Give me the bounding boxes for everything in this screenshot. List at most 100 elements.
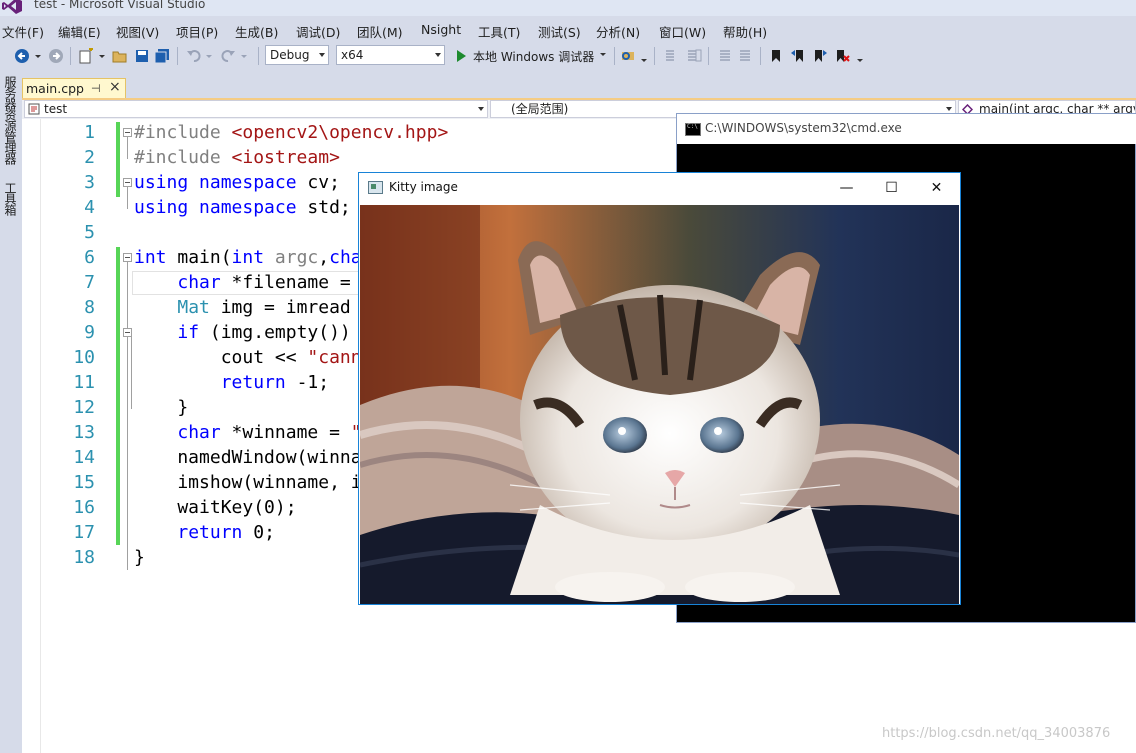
toolbar-separator — [654, 47, 655, 65]
project-icon — [28, 103, 40, 115]
line-number: 11 — [73, 372, 95, 393]
menu-team[interactable]: 团队(M) — [357, 22, 403, 41]
tab-main-cpp[interactable]: main.cpp ⊣ × — [22, 78, 126, 99]
open-file-icon[interactable] — [112, 48, 128, 64]
solution-platform-select[interactable]: x64 — [336, 45, 445, 65]
console-title-bar[interactable]: C:\WINDOWS\system32\cmd.exe — [677, 114, 1136, 144]
back-icon[interactable] — [14, 48, 30, 64]
collapse-icon[interactable] — [123, 178, 132, 187]
decrease-indent-icon[interactable] — [716, 48, 732, 64]
menu-test[interactable]: 测试(S) — [538, 22, 581, 41]
line-number: 16 — [73, 497, 95, 518]
code-line[interactable]: char *winname = " — [134, 422, 361, 443]
code-line[interactable]: Mat img = imread — [134, 297, 350, 318]
outline-line — [127, 187, 128, 209]
code-line[interactable]: } — [134, 397, 188, 418]
previous-bookmark-icon[interactable] — [790, 48, 806, 64]
collapse-icon[interactable] — [123, 253, 132, 262]
code-line[interactable]: return 0; — [134, 522, 275, 543]
toolbar-separator — [258, 47, 259, 65]
close-icon[interactable]: × — [109, 79, 121, 95]
title-bar: test - Microsoft Visual Studio — [0, 0, 1136, 16]
line-number: 4 — [84, 197, 95, 218]
solution-configuration-select[interactable]: Debug — [265, 45, 329, 65]
collapse-icon[interactable] — [123, 128, 132, 137]
code-line[interactable]: int main(int argc,char — [134, 247, 372, 268]
toolbox-tab[interactable]: 工具箱 — [3, 182, 19, 222]
watermark: https://blog.csdn.net/qq_34003876 — [882, 726, 1111, 741]
menu-analyze[interactable]: 分析(N) — [596, 22, 640, 41]
new-dropdown-icon[interactable] — [98, 48, 106, 64]
code-line[interactable]: #include <opencv2\opencv.hpp> — [134, 122, 448, 143]
code-line[interactable]: waitKey(0); — [134, 497, 296, 518]
undo-icon[interactable] — [186, 48, 202, 64]
document-tab-strip — [22, 70, 1136, 99]
new-project-icon[interactable] — [78, 48, 94, 64]
save-all-icon[interactable] — [154, 48, 170, 64]
code-line[interactable]: } — [134, 547, 145, 568]
undo-dropdown-icon[interactable] — [205, 48, 213, 64]
maximize-button[interactable]: ☐ — [869, 173, 914, 203]
scope-value: (全局范围) — [511, 102, 569, 116]
tab-label: main.cpp — [26, 81, 84, 96]
code-line[interactable]: using namespace cv; — [134, 172, 340, 193]
collapse-icon[interactable] — [123, 328, 132, 337]
overflow-dropdown-icon[interactable] — [640, 48, 648, 64]
outline-line — [127, 137, 128, 159]
menu-tools[interactable]: 工具(T) — [478, 22, 520, 41]
redo-icon[interactable] — [220, 48, 236, 64]
menu-bar: 文件(F) 编辑(E) 视图(V) 项目(P) 生成(B) 调试(D) 团队(M… — [0, 16, 1136, 42]
toolbar-separator — [177, 47, 178, 65]
increase-indent-icon[interactable] — [738, 48, 754, 64]
code-line[interactable]: char *filename = — [134, 272, 350, 293]
menu-build[interactable]: 生成(B) — [235, 22, 278, 41]
line-number: 2 — [84, 147, 95, 168]
back-dropdown-icon[interactable] — [34, 48, 42, 64]
image-window-title: Kitty image — [389, 180, 458, 194]
solution-platform-value: x64 — [341, 48, 364, 62]
comment-out-icon[interactable] — [664, 48, 680, 64]
pin-icon[interactable]: ⊣ — [91, 82, 101, 95]
forward-icon[interactable] — [48, 48, 64, 64]
project-select[interactable]: test — [24, 100, 488, 118]
server-explorer-tab[interactable]: 服务器资源管理器 — [3, 76, 19, 176]
menu-edit[interactable]: 编辑(E) — [58, 22, 101, 41]
line-number: 12 — [73, 397, 95, 418]
redo-dropdown-icon[interactable] — [240, 48, 248, 64]
menu-view[interactable]: 视图(V) — [116, 22, 159, 41]
next-bookmark-icon[interactable] — [812, 48, 828, 64]
toolbar-separator — [760, 47, 761, 65]
uncomment-icon[interactable] — [686, 48, 702, 64]
menu-debug[interactable]: 调试(D) — [296, 22, 340, 41]
code-line[interactable]: #include <iostream> — [134, 147, 340, 168]
toolbar-separator — [614, 47, 615, 65]
toolbar: Debug x64 本地 Windows 调试器 — [0, 42, 1136, 70]
line-number: 13 — [73, 422, 95, 443]
bookmark-icon[interactable] — [768, 48, 784, 64]
play-icon — [457, 50, 466, 62]
clear-bookmarks-icon[interactable] — [834, 48, 850, 64]
kitten-photo-icon — [360, 205, 959, 604]
code-line[interactable]: if (img.empty()) — [134, 322, 350, 343]
line-number: 1 — [84, 122, 95, 143]
code-line[interactable]: return -1; — [134, 372, 329, 393]
chevron-down-icon — [478, 107, 484, 111]
toolbar-overflow-icon[interactable] — [856, 48, 864, 64]
change-indicator — [116, 247, 120, 545]
menu-file[interactable]: 文件(F) — [2, 22, 44, 41]
code-line[interactable]: cout << "cann — [134, 347, 362, 368]
save-icon[interactable] — [134, 48, 150, 64]
image-window-title-bar[interactable]: Kitty image — ☐ ✕ — [359, 173, 960, 203]
image-window[interactable]: Kitty image — ☐ ✕ — [358, 172, 961, 605]
close-button[interactable]: ✕ — [914, 173, 959, 203]
find-in-files-icon[interactable] — [620, 48, 636, 64]
menu-project[interactable]: 项目(P) — [176, 22, 218, 41]
code-line[interactable]: namedWindow(winna — [134, 447, 361, 468]
minimize-button[interactable]: — — [824, 173, 869, 203]
menu-nsight[interactable]: Nsight — [421, 22, 461, 37]
outline-line — [131, 337, 132, 409]
code-line[interactable]: using namespace std; — [134, 197, 351, 218]
menu-help[interactable]: 帮助(H) — [723, 22, 767, 41]
code-line[interactable]: imshow(winname, i — [134, 472, 361, 493]
menu-window[interactable]: 窗口(W) — [659, 22, 706, 41]
